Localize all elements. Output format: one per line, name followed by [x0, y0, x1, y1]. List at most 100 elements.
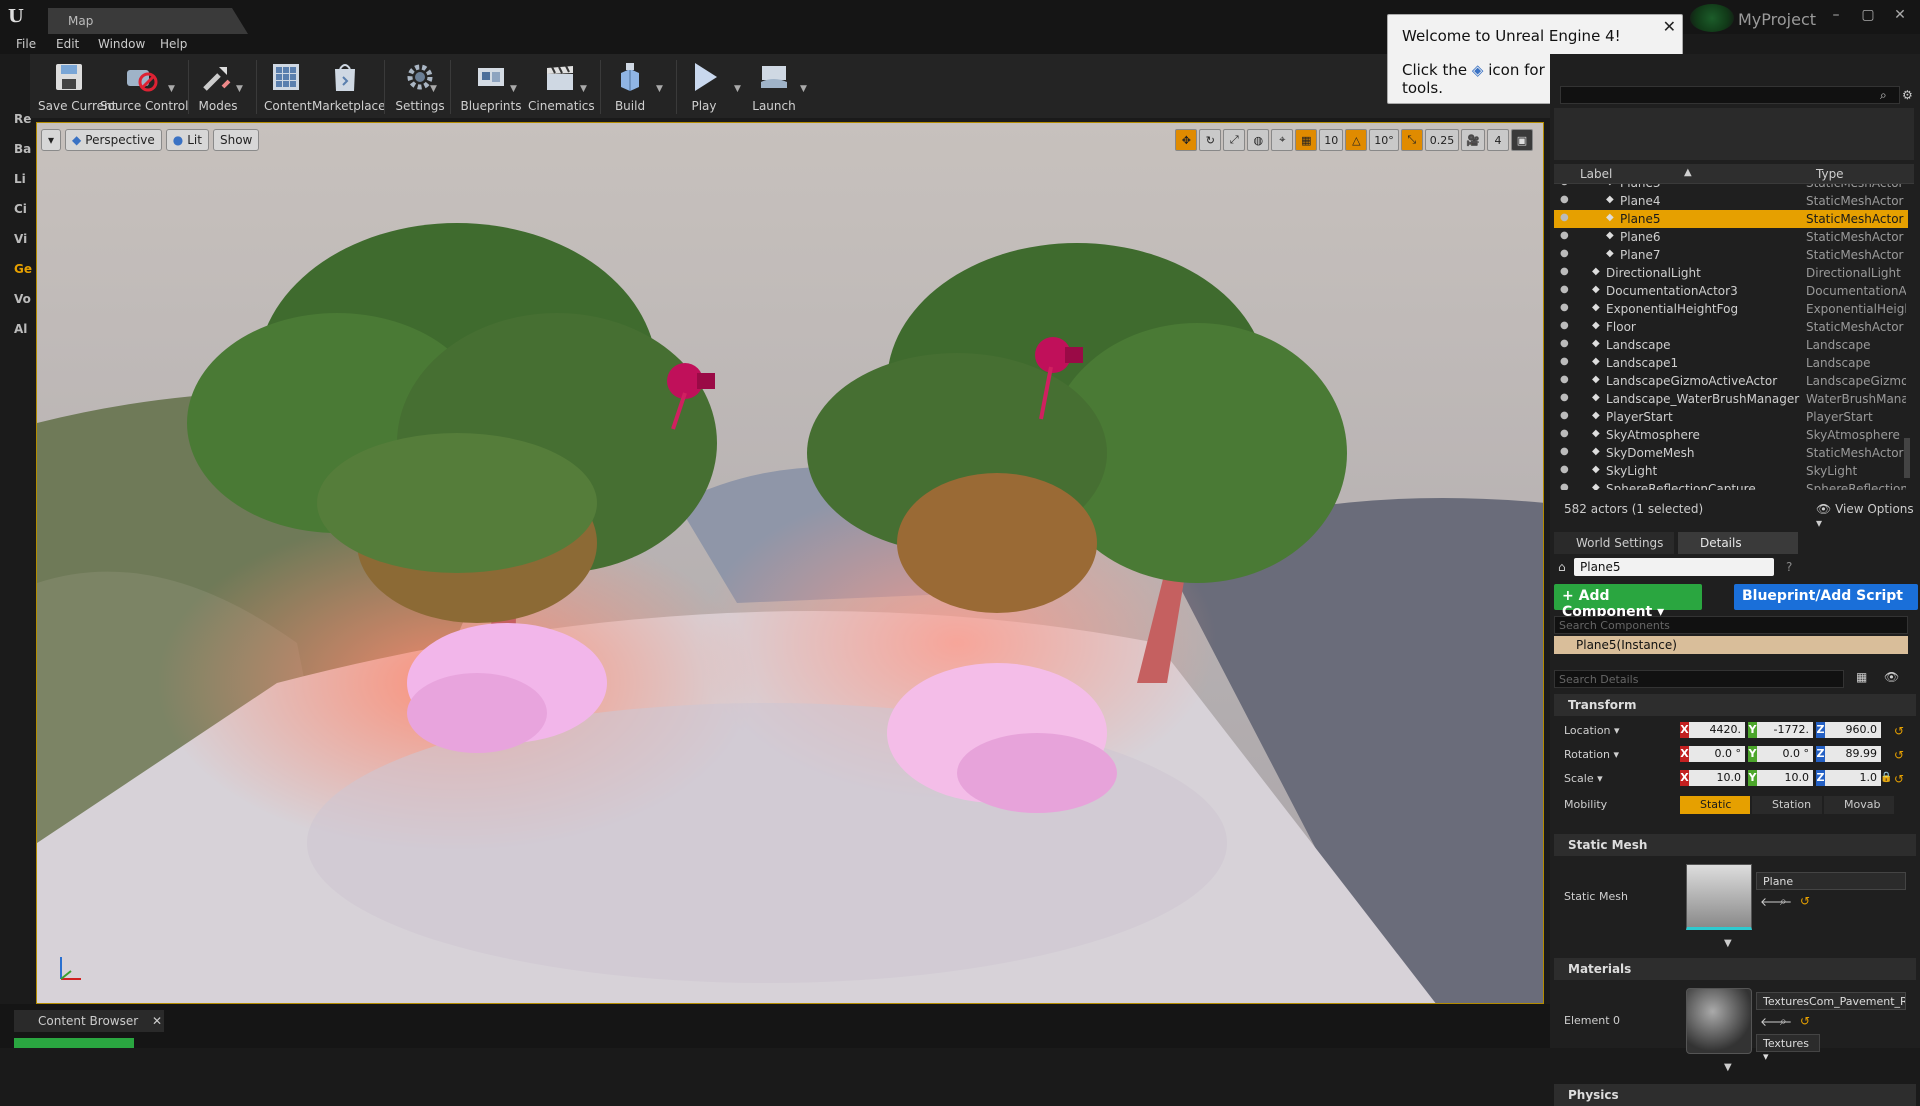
cinematics-dropdown-icon[interactable]: ▼ — [580, 84, 587, 94]
search-components-input[interactable]: Search Components — [1554, 616, 1908, 634]
level-tab[interactable]: Map — [48, 8, 248, 34]
outliner-row[interactable]: ● ◆ Landscape1 Landscape — [1554, 354, 1908, 372]
location-z-field[interactable]: Z 960.0 — [1816, 722, 1881, 738]
play-dropdown-icon[interactable]: ▼ — [734, 84, 741, 94]
minimize-button[interactable]: – — [1822, 6, 1850, 26]
expand-chevron-icon[interactable]: ▼ — [1724, 938, 1732, 949]
play-button[interactable]: Play — [684, 58, 724, 116]
visibility-eye-icon[interactable]: ● — [1560, 230, 1572, 241]
blueprint-add-script-button[interactable]: Blueprint/Add Script — [1734, 584, 1918, 610]
camera-speed-value[interactable]: 4 — [1487, 129, 1509, 151]
scale-x-field[interactable]: X 10.0 — [1680, 770, 1745, 786]
actor-name-field[interactable]: Plane5 — [1574, 558, 1774, 576]
outliner-row[interactable]: ● ◆ Plane7 StaticMeshActor — [1554, 246, 1908, 264]
add-component-button[interactable]: + Add Component ▾ — [1554, 584, 1702, 620]
maximize-button[interactable]: ▢ — [1854, 6, 1882, 26]
static-mesh-thumbnail[interactable] — [1686, 864, 1752, 930]
settings-dropdown-icon[interactable]: ▼ — [430, 84, 437, 94]
outliner-row[interactable]: ● ◆ SphereReflectionCapture SphereReflectio… — [1554, 480, 1908, 490]
use-selected-arrow-icon[interactable]: 🡐 — [1760, 1014, 1792, 1029]
mobility-stationary-button[interactable]: Station — [1752, 796, 1822, 814]
rotation-x-field[interactable]: X 0.0 ° — [1680, 746, 1745, 762]
grid-snap-icon[interactable]: ▦ — [1295, 129, 1318, 151]
source-control-dropdown-icon[interactable]: ▼ — [168, 84, 175, 94]
close-button[interactable]: ✕ — [1886, 6, 1914, 26]
rotation-snap-value[interactable]: 10° — [1369, 129, 1399, 151]
transform-section-header[interactable]: Transform — [1554, 694, 1916, 716]
menu-window[interactable]: Window — [98, 37, 145, 51]
outliner-row[interactable]: ● ◆ DocumentationActor3 DocumentationAc — [1554, 282, 1908, 300]
column-type[interactable]: Type — [1816, 167, 1844, 181]
column-label[interactable]: Label — [1580, 167, 1612, 181]
translate-mode-icon[interactable]: ✥ — [1175, 129, 1198, 151]
launch-dropdown-icon[interactable]: ▼ — [800, 84, 807, 94]
left-tab-visual[interactable]: Vi — [14, 232, 30, 246]
grid-snap-value[interactable]: 10 — [1319, 129, 1344, 151]
materials-section-header[interactable]: Materials — [1554, 958, 1916, 980]
visibility-eye-icon[interactable]: ● — [1560, 320, 1572, 331]
view-options-button[interactable]: 👁 View Options ▾ — [1816, 502, 1920, 530]
component-instance-row[interactable]: Plane5(Instance) — [1554, 636, 1908, 654]
outliner-row[interactable]: ● ◆ Landscape_WaterBrushManager WaterBrushM… — [1554, 390, 1908, 408]
outliner-row[interactable]: ● ◆ LandscapeGizmoActiveActor LandscapeGizm… — [1554, 372, 1908, 390]
visibility-eye-icon[interactable]: ● — [1560, 374, 1572, 385]
left-tab-all-classes[interactable]: Al — [14, 322, 30, 336]
browse-search-icon[interactable]: ⌕ — [1780, 894, 1787, 909]
browse-search-icon[interactable]: ⌕ — [1780, 1014, 1787, 1029]
tutorial-icon[interactable]: ◈ — [1472, 61, 1484, 79]
outliner-row[interactable]: ● ◆ PlayerStart PlayerStart — [1554, 408, 1908, 426]
use-selected-arrow-icon[interactable]: 🡐 — [1760, 894, 1792, 909]
visibility-eye-icon[interactable]: ● — [1560, 184, 1572, 187]
show-button[interactable]: Show — [212, 129, 260, 151]
location-x-field[interactable]: X 4420. — [1680, 722, 1745, 738]
content-button[interactable]: Content — [264, 58, 312, 116]
location-label[interactable]: Location ▾ — [1564, 724, 1620, 737]
menu-help[interactable]: Help — [160, 37, 187, 51]
lock-icon[interactable]: 🔒 — [1880, 772, 1892, 783]
left-tab-lights[interactable]: Li — [14, 172, 30, 186]
modes-dropdown-icon[interactable]: ▼ — [236, 84, 243, 94]
visibility-eye-icon[interactable]: ● — [1560, 248, 1572, 259]
visibility-eye-icon[interactable]: ● — [1560, 212, 1572, 223]
world-space-icon[interactable]: ◍ — [1247, 129, 1270, 151]
blueprints-dropdown-icon[interactable]: ▼ — [510, 84, 517, 94]
rotation-snap-icon[interactable]: △ — [1345, 129, 1368, 151]
outliner-row[interactable]: ● ◆ Plane4 StaticMeshActor — [1554, 192, 1908, 210]
outliner-settings-icon[interactable]: ⚙ — [1902, 88, 1913, 102]
expand-chevron-icon[interactable]: ▼ — [1724, 1062, 1732, 1073]
build-dropdown-icon[interactable]: ▼ — [656, 84, 663, 94]
reset-to-default-icon[interactable]: ↺ — [1894, 772, 1904, 786]
textures-dropdown[interactable]: Textures ▾ — [1756, 1034, 1820, 1063]
reset-to-default-icon[interactable]: ↺ — [1894, 748, 1904, 762]
outliner-row[interactable]: ● ◆ Plane6 StaticMeshActor — [1554, 228, 1908, 246]
marketplace-button[interactable]: Marketplace — [312, 58, 386, 116]
settings-button[interactable]: Settings — [392, 58, 448, 116]
scale-y-field[interactable]: Y 10.0 — [1748, 770, 1813, 786]
level-viewport[interactable]: ▾ ◆ Perspective ● Lit Show ✥ ↻ ⤢ ◍ ⌖ ▦ 10 … — [36, 122, 1544, 1004]
unreal-logo-icon[interactable]: U — [8, 6, 32, 28]
visibility-eye-icon[interactable]: ● — [1560, 464, 1572, 475]
visibility-eye-icon[interactable]: ● — [1560, 410, 1572, 421]
add-new-button[interactable] — [14, 1038, 134, 1048]
physics-section-header[interactable]: Physics — [1554, 1084, 1916, 1106]
launch-button[interactable]: Launch — [750, 58, 798, 116]
left-tab-geometry[interactable]: Ge — [14, 262, 32, 276]
surface-snap-icon[interactable]: ⌖ — [1271, 129, 1294, 151]
visibility-eye-icon[interactable]: ● — [1560, 428, 1572, 439]
left-tab-cinematic[interactable]: Ci — [14, 202, 30, 216]
reset-to-default-icon[interactable]: ↺ — [1894, 724, 1904, 738]
build-button[interactable]: Build — [610, 58, 650, 116]
static-mesh-dropdown[interactable]: Plane — [1756, 872, 1906, 890]
mobility-static-button[interactable]: Static — [1680, 796, 1750, 814]
left-tab-recent[interactable]: Re — [14, 112, 31, 126]
mobility-movable-button[interactable]: Movab — [1824, 796, 1894, 814]
visibility-eye-icon[interactable]: ● — [1560, 284, 1572, 295]
outliner-row[interactable]: ● ◆ Floor StaticMeshActor — [1554, 318, 1908, 336]
visibility-eye-icon[interactable]: 👁 — [1884, 670, 1899, 684]
visibility-eye-icon[interactable]: ● — [1560, 338, 1572, 349]
material-dropdown[interactable]: TexturesCom_Pavement_R — [1756, 992, 1906, 1010]
search-details-input[interactable]: Search Details — [1554, 670, 1844, 688]
rotate-mode-icon[interactable]: ↻ — [1199, 129, 1222, 151]
scale-mode-icon[interactable]: ⤢ — [1223, 129, 1246, 151]
rotation-y-field[interactable]: Y 0.0 ° — [1748, 746, 1813, 762]
